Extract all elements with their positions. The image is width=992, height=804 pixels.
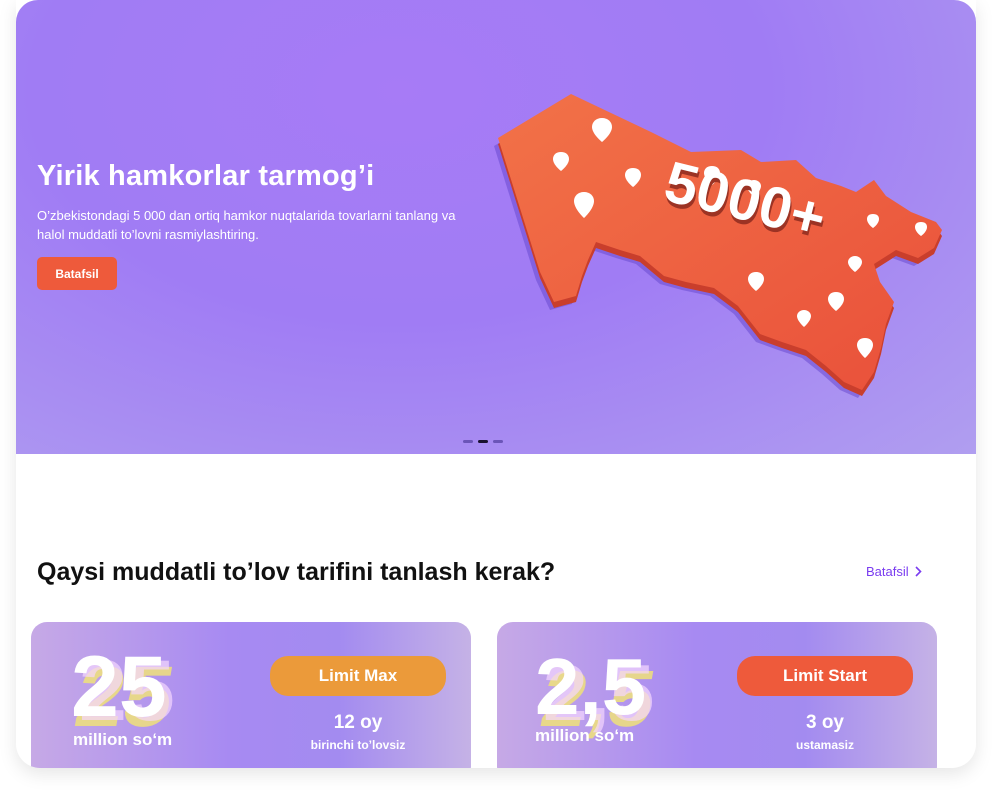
carousel-dot-active[interactable] [478,440,488,443]
hero-banner: Yirik hamkorlar tarmog’i O’zbekistondagi… [16,0,976,454]
hero-title: Yirik hamkorlar tarmog’i [37,160,375,192]
tariff-note: birinchi to’lovsiz [310,738,406,752]
tariff-name-badge: Limit Start [737,656,913,696]
amount-value: 2,5 [537,642,646,731]
carousel-dot[interactable] [493,440,503,443]
carousel-indicators [463,440,503,443]
uzbekistan-map-illustration: 5000+ 5000+ [494,94,942,398]
tariff-name-badge: Limit Max [270,656,446,696]
tariff-term: 12 oy [333,712,383,733]
section-title: Qaysi muddatli to’lov tarifini tanlash k… [37,558,556,586]
amount-unit: million so‘m [535,726,635,745]
tariff-card-limit-max[interactable]: 25 25 25 million so‘m Limit Max 12 oy bi… [31,622,471,768]
carousel-dot[interactable] [463,440,473,443]
tariff-note: ustamasiz [795,738,855,752]
amount-value: 25 [71,640,167,735]
amount-unit: million so‘m [73,730,173,749]
page-frame: Yirik hamkorlar tarmog’i O’zbekistondagi… [16,0,976,768]
tariff-card-limit-start[interactable]: 2,5 2,5 2,5 million so‘m Limit Start 3 o… [497,622,937,768]
section-details-label: Batafsil [866,564,909,579]
chevron-right-icon [915,566,922,577]
hero-details-button[interactable]: Batafsil [37,257,117,290]
tariff-term: 3 oy [805,712,845,733]
section-details-link[interactable]: Batafsil [866,564,922,579]
hero-description: O’zbekistondagi 5 000 dan ortiq hamkor n… [37,208,456,242]
